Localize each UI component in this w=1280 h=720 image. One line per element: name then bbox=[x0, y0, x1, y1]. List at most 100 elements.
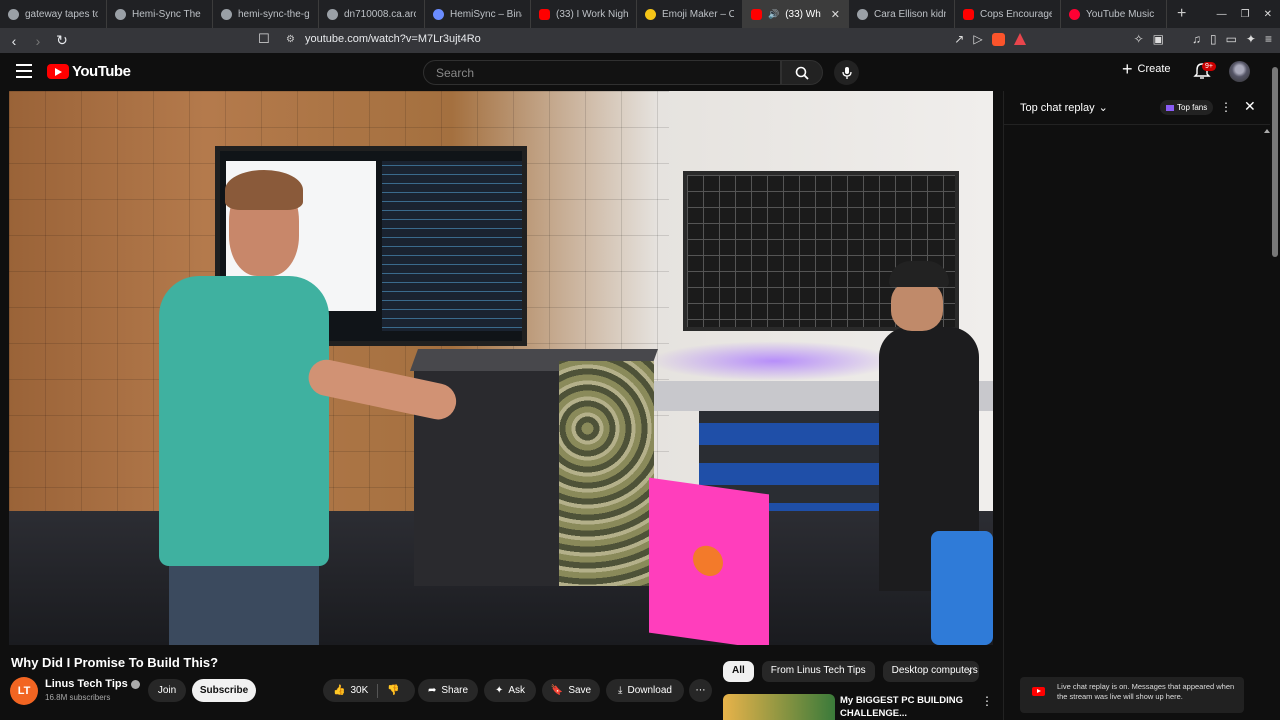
download-icon: ⤓ bbox=[618, 685, 623, 696]
browser-tab-2[interactable]: Hemi-Sync The Ga bbox=[107, 0, 213, 28]
chip-all[interactable]: All bbox=[723, 661, 754, 682]
subscriber-count: 16.8M subscribers bbox=[45, 693, 111, 702]
tab-label: dn710008.ca.arch bbox=[344, 8, 416, 20]
extension-icons: ↗ ▷ ✧ ▣ ♫ ▯ ▭ ✦ ≡ bbox=[954, 32, 1272, 46]
browser-menu-icon[interactable]: ≡ bbox=[1265, 32, 1272, 46]
page-scrollbar-thumb[interactable] bbox=[1272, 67, 1278, 257]
screenshot-icon[interactable]: ▣ bbox=[1153, 32, 1164, 46]
voice-search-button[interactable] bbox=[834, 60, 859, 85]
music-icon[interactable]: ♫ bbox=[1192, 32, 1201, 46]
like-divider bbox=[377, 683, 379, 698]
reload-icon[interactable]: ↻ bbox=[52, 32, 72, 49]
minimize-icon[interactable]: — bbox=[1217, 9, 1227, 20]
browser-tab-7[interactable]: Emoji Maker – Cre bbox=[637, 0, 743, 28]
youtube-logo[interactable]: YouTube bbox=[47, 63, 131, 80]
more-horizontal-icon: ⋯ bbox=[695, 685, 706, 696]
open-external-icon[interactable]: ↗ bbox=[954, 32, 964, 46]
account-avatar[interactable] bbox=[1229, 61, 1250, 82]
search-button[interactable] bbox=[781, 60, 823, 85]
verified-check-icon bbox=[130, 679, 140, 689]
channel-avatar[interactable]: LT bbox=[10, 677, 38, 705]
plus-icon: + bbox=[1122, 59, 1133, 79]
globe-icon bbox=[327, 8, 338, 20]
browser-tab-11[interactable]: YouTube Music bbox=[1061, 0, 1167, 28]
download-button[interactable]: ⤓ Download bbox=[606, 679, 684, 702]
subscribe-label: Subscribe bbox=[199, 685, 249, 696]
browser-tab-active[interactable]: 🔊 (33) Why D ✕ bbox=[743, 0, 849, 28]
top-fans-button[interactable]: Top fans bbox=[1160, 100, 1214, 115]
emoji-icon bbox=[645, 8, 656, 20]
bookmark-icon[interactable]: ☐ bbox=[258, 31, 270, 47]
globe-icon bbox=[8, 8, 19, 20]
url-field[interactable]: youtube.com/watch?v=M7Lr3ujt4Ro bbox=[305, 33, 481, 45]
video-title: Why Did I Promise To Build This? bbox=[11, 655, 219, 670]
chip-from-channel[interactable]: From Linus Tech Tips bbox=[761, 661, 875, 682]
tab-label: Hemi-Sync The Ga bbox=[132, 8, 204, 20]
join-button[interactable]: Join bbox=[148, 679, 186, 702]
top-fans-label: Top fans bbox=[1177, 103, 1208, 112]
notification-count-badge: 9+ bbox=[1202, 62, 1216, 71]
browser-tab-9[interactable]: Cara Ellison kidn bbox=[849, 0, 955, 28]
crown-icon bbox=[1166, 104, 1174, 111]
chevron-down-icon: ⌄ bbox=[1098, 102, 1108, 114]
browser-tab-5[interactable]: HemiSync – Binau bbox=[425, 0, 531, 28]
close-window-icon[interactable]: ✕ bbox=[1264, 9, 1272, 20]
forward-icon[interactable]: › bbox=[28, 33, 48, 49]
chat-more-icon[interactable]: ⋮ bbox=[1220, 100, 1232, 114]
site-info-icon[interactable]: ⚙ bbox=[286, 34, 295, 45]
tab-label: hemi-sync-the-ga bbox=[238, 8, 310, 20]
browser-tab-3[interactable]: hemi-sync-the-ga bbox=[213, 0, 319, 28]
send-icon[interactable]: ▷ bbox=[973, 32, 982, 46]
youtube-play-icon bbox=[47, 64, 69, 79]
save-button[interactable]: 🔖 Save bbox=[542, 679, 600, 702]
channel-name[interactable]: Linus Tech Tips bbox=[45, 678, 140, 690]
new-tab-button[interactable]: + bbox=[1167, 5, 1196, 23]
thumbs-down-icon[interactable]: 👎 bbox=[387, 685, 399, 696]
chat-mode-dropdown[interactable]: Top chat replay ⌄ bbox=[1020, 101, 1108, 115]
ask-button[interactable]: ✦ Ask bbox=[484, 679, 536, 702]
recommended-title[interactable]: My BIGGEST PC BUILDING CHALLENGE... bbox=[840, 694, 970, 720]
share-label: Share bbox=[441, 685, 469, 696]
chevron-right-icon[interactable]: › bbox=[968, 665, 972, 679]
page-scrollbar[interactable] bbox=[1270, 53, 1280, 720]
chip-desktop-computers[interactable]: Desktop computers bbox=[882, 661, 979, 682]
tab-label: (33) I Work Night bbox=[556, 8, 628, 20]
brave-rewards-icon[interactable] bbox=[1013, 33, 1026, 45]
sidebar-icon[interactable]: ▯ bbox=[1210, 32, 1217, 46]
recommended-thumbnail[interactable] bbox=[723, 694, 835, 720]
close-chat-icon[interactable]: ✕ bbox=[1244, 98, 1256, 115]
subscribe-button[interactable]: Subscribe bbox=[192, 679, 256, 702]
share-button[interactable]: ➦ Share bbox=[418, 679, 478, 702]
like-count[interactable]: 30K bbox=[350, 685, 368, 696]
related-filter-chips: All From Linus Tech Tips Desktop compute… bbox=[723, 661, 979, 683]
browser-tab-4[interactable]: dn710008.ca.arch bbox=[319, 0, 425, 28]
browser-tab-10[interactable]: Cops Encouraged bbox=[955, 0, 1061, 28]
search-input[interactable]: Search bbox=[423, 60, 781, 85]
extensions-icon[interactable]: ✧ bbox=[1134, 32, 1144, 46]
window-controls: — ❐ ✕ bbox=[1217, 0, 1272, 28]
maximize-icon[interactable]: ❐ bbox=[1241, 9, 1250, 20]
tab-label: Emoji Maker – Cre bbox=[662, 8, 734, 20]
channel-action-row: LT Linus Tech Tips 16.8M subscribers Joi… bbox=[10, 677, 720, 705]
chat-title-label: Top chat replay bbox=[1020, 101, 1095, 114]
back-icon[interactable]: ‹ bbox=[4, 33, 24, 49]
wallet-icon[interactable]: ▭ bbox=[1226, 32, 1237, 46]
thumbs-up-icon[interactable]: 👍 bbox=[333, 685, 345, 696]
tab-label: YouTube Music bbox=[1086, 8, 1155, 20]
more-vertical-icon[interactable]: ⋮ bbox=[981, 694, 993, 708]
video-player[interactable] bbox=[9, 91, 993, 645]
hamburger-menu-icon[interactable] bbox=[16, 64, 32, 78]
close-tab-icon[interactable]: ✕ bbox=[831, 8, 840, 21]
create-button[interactable]: + Create bbox=[1122, 59, 1171, 79]
brave-shield-icon[interactable] bbox=[991, 32, 1005, 46]
youtube-header: YouTube Search + Create bbox=[0, 53, 1280, 91]
speaker-icon: 🔊 bbox=[768, 8, 780, 19]
browser-tab-strip: gateway tapes to Hemi-Sync The Ga hemi-s… bbox=[0, 0, 1280, 28]
recommended-video[interactable]: My BIGGEST PC BUILDING CHALLENGE... ⋮ bbox=[723, 694, 993, 720]
browser-tab-6[interactable]: (33) I Work Night bbox=[531, 0, 637, 28]
tab-label: Cops Encouraged bbox=[980, 8, 1052, 20]
leo-icon[interactable]: ✦ bbox=[1246, 32, 1256, 46]
globe-icon bbox=[857, 8, 868, 20]
browser-tab-1[interactable]: gateway tapes to bbox=[0, 0, 107, 28]
more-actions-button[interactable]: ⋯ bbox=[689, 679, 712, 702]
